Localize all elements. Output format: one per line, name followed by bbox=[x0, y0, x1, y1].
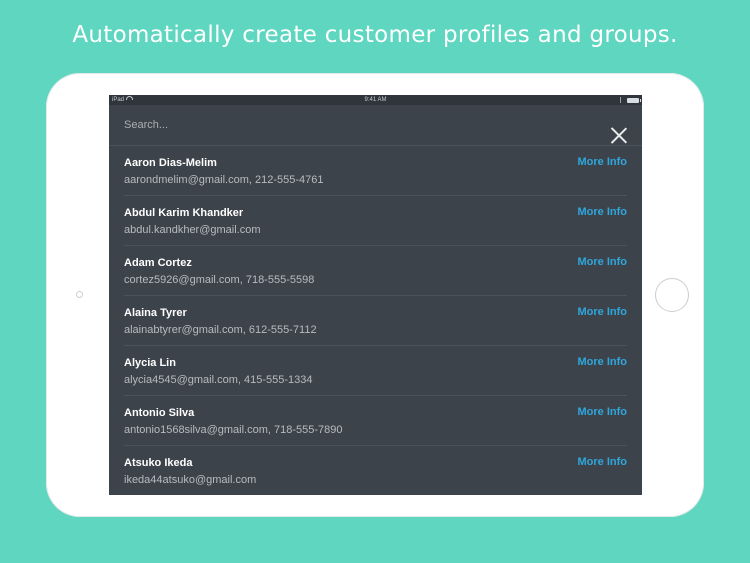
bluetooth-icon bbox=[620, 97, 624, 103]
customer-name: Aaron Dias-Melim bbox=[124, 157, 217, 169]
more-info-link[interactable]: More Info bbox=[578, 356, 628, 368]
marketing-headline: Automatically create customer profiles a… bbox=[72, 22, 678, 48]
customer-contact: abdul.kandkher@gmail.com bbox=[124, 224, 261, 236]
ipad-frame: iPad 9:41 AM Aaron Dias-Melim aarondmeli… bbox=[46, 73, 704, 517]
customer-name: Abdul Karim Khandker bbox=[124, 207, 244, 219]
more-info-link[interactable]: More Info bbox=[578, 456, 628, 468]
list-item[interactable]: Alycia Lin alycia4545@gmail.com, 415-555… bbox=[124, 346, 627, 396]
more-info-link[interactable]: More Info bbox=[578, 306, 628, 318]
more-info-link[interactable]: More Info bbox=[578, 256, 628, 268]
list-item[interactable]: Atsuko Ikeda ikeda44atsuko@gmail.com Mor… bbox=[124, 446, 627, 495]
battery-icon bbox=[627, 97, 641, 103]
status-right bbox=[620, 97, 641, 103]
customer-name: Alaina Tyrer bbox=[124, 307, 187, 319]
customer-contact: alycia4545@gmail.com, 415-555-1334 bbox=[124, 374, 313, 386]
list-item[interactable]: Antonio Silva antonio1568silva@gmail.com… bbox=[124, 396, 627, 446]
list-item[interactable]: Aaron Dias-Melim aarondmelim@gmail.com, … bbox=[124, 146, 627, 196]
customer-contact: ikeda44atsuko@gmail.com bbox=[124, 474, 257, 486]
search-input[interactable] bbox=[124, 115, 564, 135]
customer-contact: cortez5926@gmail.com, 718-555-5598 bbox=[124, 274, 315, 286]
more-info-link[interactable]: More Info bbox=[578, 206, 628, 218]
list-item[interactable]: Alaina Tyrer alainabtyrer@gmail.com, 612… bbox=[124, 296, 627, 346]
close-icon[interactable] bbox=[608, 124, 630, 146]
home-button[interactable] bbox=[655, 278, 689, 312]
status-bar: iPad 9:41 AM bbox=[109, 95, 642, 105]
list-item[interactable]: Abdul Karim Khandker abdul.kandkher@gmai… bbox=[124, 196, 627, 246]
more-info-link[interactable]: More Info bbox=[578, 156, 628, 168]
list-item[interactable]: Adam Cortez cortez5926@gmail.com, 718-55… bbox=[124, 246, 627, 296]
search-bar bbox=[109, 105, 642, 146]
customer-name: Atsuko Ikeda bbox=[124, 457, 193, 469]
customer-contact: alainabtyrer@gmail.com, 612-555-7112 bbox=[124, 324, 317, 336]
customer-list: Aaron Dias-Melim aarondmelim@gmail.com, … bbox=[109, 146, 642, 495]
customer-name: Alycia Lin bbox=[124, 357, 176, 369]
customer-contact: antonio1568silva@gmail.com, 718-555-7890 bbox=[124, 424, 343, 436]
customer-name: Adam Cortez bbox=[124, 257, 192, 269]
customer-name: Antonio Silva bbox=[124, 407, 195, 419]
customer-contact: aarondmelim@gmail.com, 212-555-4761 bbox=[124, 174, 324, 186]
app-screen: iPad 9:41 AM Aaron Dias-Melim aarondmeli… bbox=[109, 95, 642, 495]
status-time: 9:41 AM bbox=[364, 97, 387, 103]
more-info-link[interactable]: More Info bbox=[578, 406, 628, 418]
camera-icon bbox=[76, 291, 83, 298]
